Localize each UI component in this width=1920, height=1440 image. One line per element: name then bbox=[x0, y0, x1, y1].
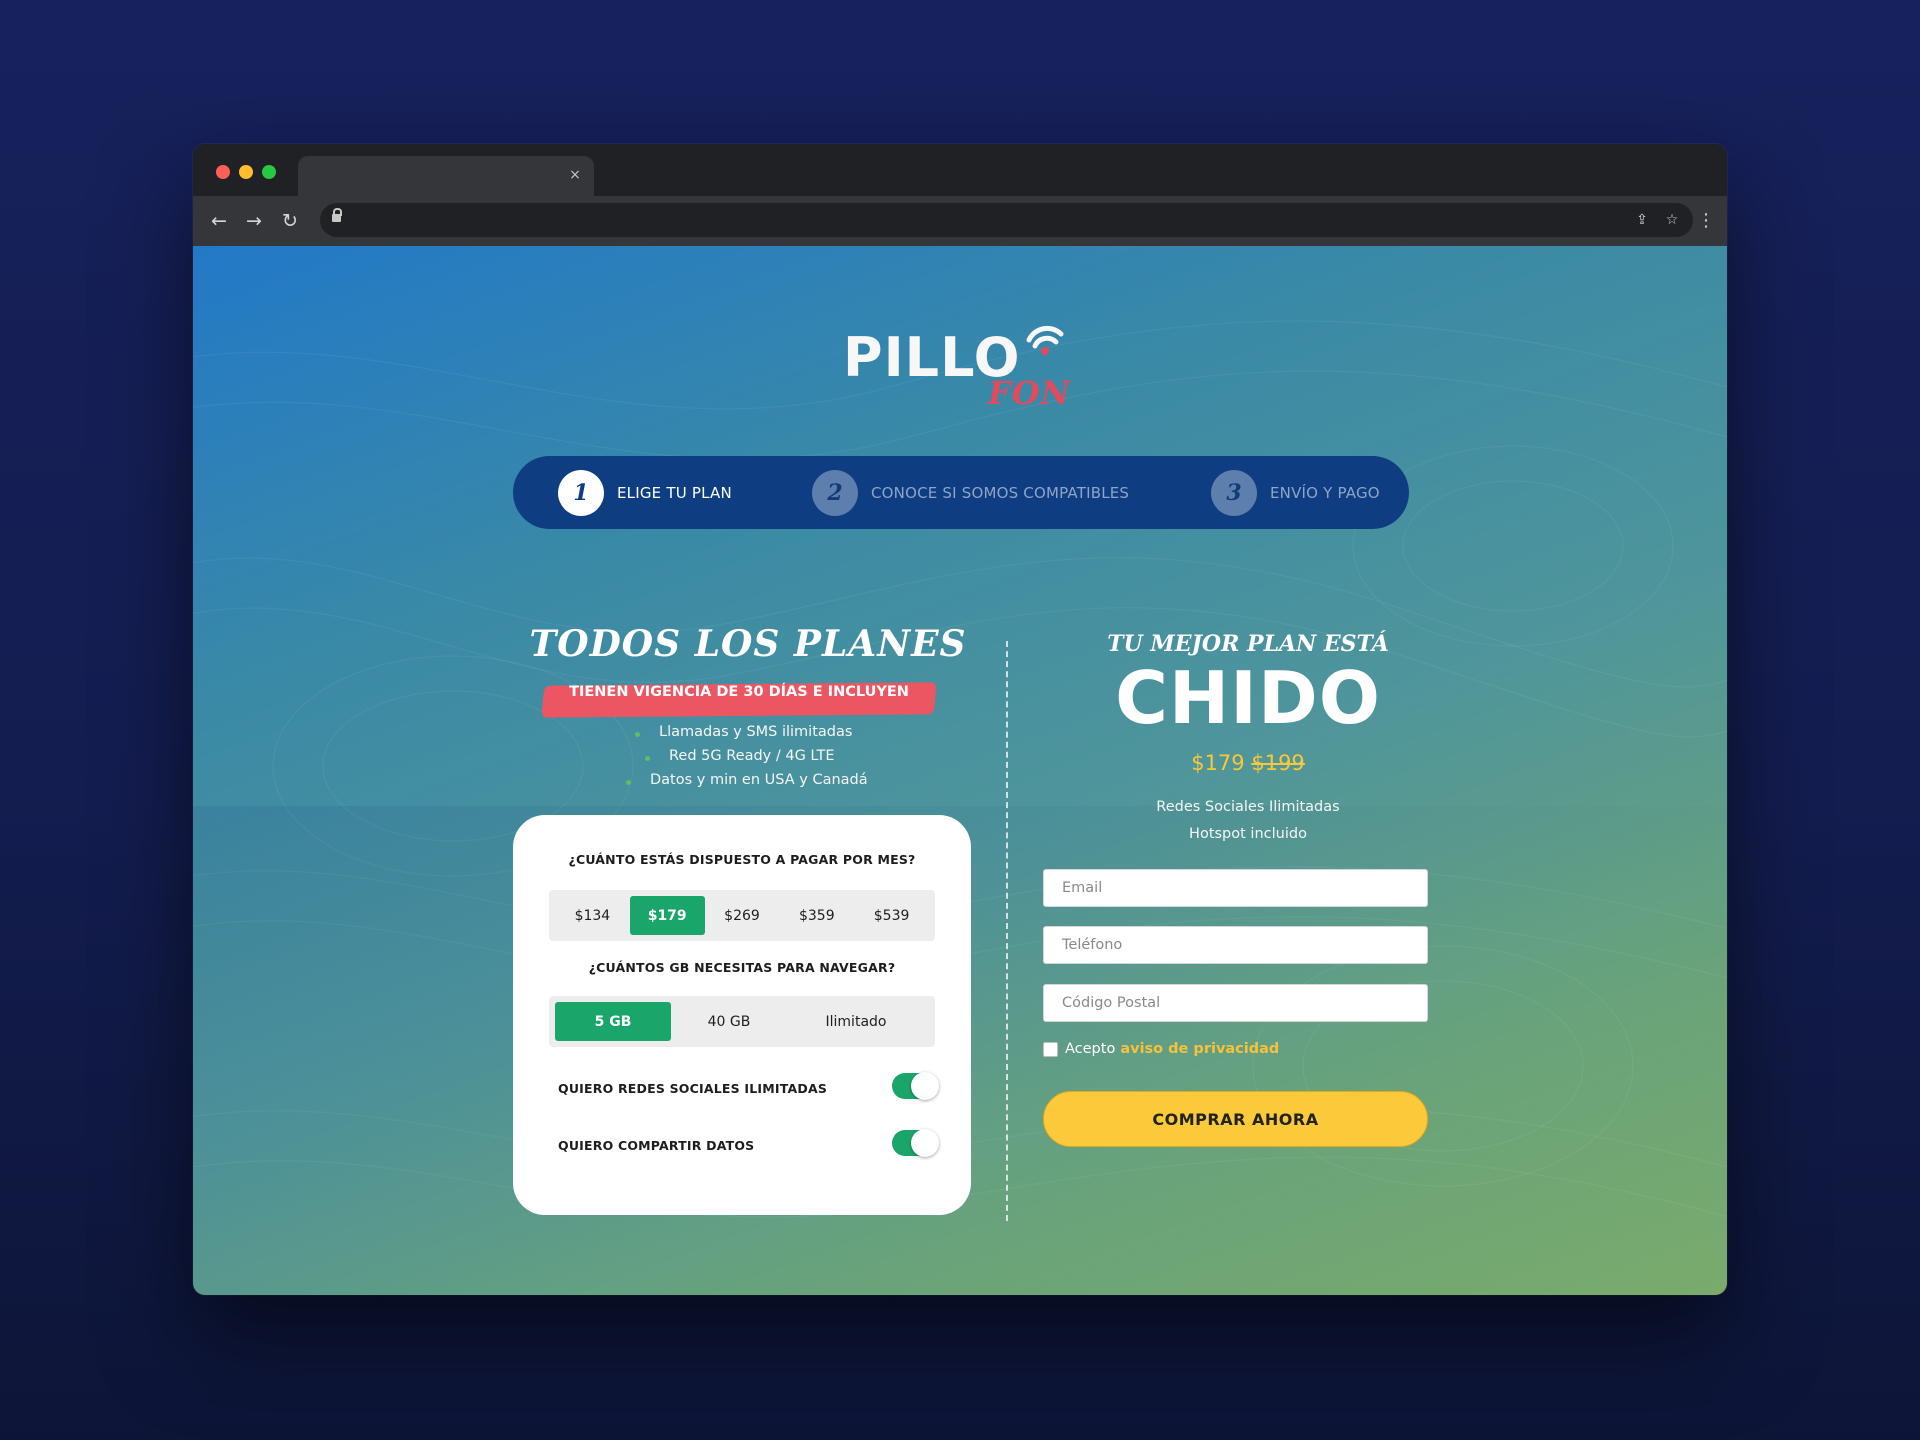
back-arrow-icon[interactable]: ← bbox=[207, 209, 231, 233]
close-window-button[interactable] bbox=[216, 165, 230, 179]
data-selector: 5 GB 40 GB Ilimitado bbox=[549, 996, 935, 1047]
price-option-359[interactable]: $359 bbox=[779, 896, 854, 935]
step-label: CONOCE SI SOMOS COMPATIBLES bbox=[871, 484, 1130, 502]
plans-title: TODOS LOS PLANES bbox=[529, 623, 967, 665]
result-plan-name: CHIDO bbox=[1115, 656, 1381, 740]
price-option-539[interactable]: $539 bbox=[854, 896, 929, 935]
price-option-269[interactable]: $269 bbox=[705, 896, 780, 935]
plans-banner-text: TIENEN VIGENCIA DE 30 DÍAS E INCLUYEN bbox=[569, 684, 909, 700]
social-toggle[interactable] bbox=[892, 1072, 939, 1100]
minimize-window-button[interactable] bbox=[239, 165, 253, 179]
data-option-40gb[interactable]: 40 GB bbox=[671, 1002, 787, 1041]
lock-icon bbox=[332, 208, 342, 222]
feature-item: Red 5G Ready / 4G LTE bbox=[645, 748, 868, 772]
feature-item: Datos y min en USA y Canadá bbox=[626, 772, 868, 796]
checkout-stepper: 1 ELIGE TU PLAN 2 CONOCE SI SOMOS COMPAT… bbox=[513, 456, 1409, 529]
plan-builder-card: ¿CUÁNTO ESTÁS DISPUESTO A PAGAR POR MES?… bbox=[513, 815, 971, 1215]
share-data-toggle[interactable] bbox=[892, 1129, 939, 1157]
privacy-consent: Acepto aviso de privacidad bbox=[1043, 1039, 1279, 1059]
email-field[interactable] bbox=[1043, 869, 1428, 907]
step-label: ENVÍO Y PAGO bbox=[1270, 484, 1380, 502]
bookmark-star-icon[interactable]: ☆ bbox=[1661, 209, 1683, 231]
toggle-knob bbox=[911, 1072, 939, 1100]
social-toggle-label: QUIERO REDES SOCIALES ILIMITADAS bbox=[558, 1081, 828, 1096]
phone-field[interactable] bbox=[1043, 926, 1428, 964]
zip-field[interactable] bbox=[1043, 984, 1428, 1022]
toggle-knob bbox=[911, 1129, 939, 1157]
result-price: $179 $199 bbox=[1048, 751, 1448, 775]
step-envio-y-pago[interactable]: 3 ENVÍO Y PAGO bbox=[1211, 470, 1380, 516]
address-bar[interactable]: ⇪ ☆ bbox=[320, 203, 1693, 237]
tab-bar: × bbox=[193, 144, 1727, 196]
step-number: 2 bbox=[812, 470, 858, 516]
price-selector: $134 $179 $269 $359 $539 bbox=[549, 890, 935, 941]
social-toggle-row: QUIERO REDES SOCIALES ILIMITADAS bbox=[558, 1072, 939, 1103]
step-compatibilidad[interactable]: 2 CONOCE SI SOMOS COMPATIBLES bbox=[812, 470, 1129, 516]
data-option-5gb[interactable]: 5 GB bbox=[555, 1002, 671, 1041]
result-feature: Hotspot incluido bbox=[1189, 826, 1307, 842]
price-option-179[interactable]: $179 bbox=[629, 896, 705, 935]
price-current: $179 bbox=[1191, 751, 1245, 775]
browser-tab[interactable]: × bbox=[298, 156, 594, 196]
privacy-link[interactable]: aviso de privacidad bbox=[1120, 1041, 1279, 1057]
data-question: ¿CUÁNTOS GB NECESITAS PARA NAVEGAR? bbox=[588, 960, 896, 975]
price-question: ¿CUÁNTO ESTÁS DISPUESTO A PAGAR POR MES? bbox=[568, 852, 916, 867]
step-elige-tu-plan[interactable]: 1 ELIGE TU PLAN bbox=[558, 470, 732, 516]
section-divider bbox=[1006, 641, 1008, 1221]
privacy-checkbox[interactable] bbox=[1043, 1041, 1058, 1057]
price-option-134[interactable]: $134 bbox=[555, 896, 630, 935]
forward-arrow-icon[interactable]: → bbox=[242, 209, 266, 233]
result-feature: Redes Sociales Ilimitadas bbox=[1156, 799, 1340, 815]
step-number: 3 bbox=[1211, 470, 1257, 516]
step-number: 1 bbox=[558, 470, 604, 516]
feature-item: Llamadas y SMS ilimitadas bbox=[635, 724, 868, 748]
browser-window: × ← → ↻ ⇪ ☆ ⋮ PILLO FON 1 ELIGE TU PLAN … bbox=[193, 144, 1727, 1295]
share-data-toggle-label: QUIERO COMPARTIR DATOS bbox=[558, 1138, 755, 1153]
maximize-window-button[interactable] bbox=[262, 165, 276, 179]
logo-subword: FON bbox=[988, 374, 1071, 412]
wifi-icon bbox=[1026, 325, 1064, 355]
share-data-toggle-row: QUIERO COMPARTIR DATOS bbox=[558, 1129, 939, 1160]
share-icon[interactable]: ⇪ bbox=[1631, 209, 1653, 231]
reload-icon[interactable]: ↻ bbox=[278, 209, 302, 233]
pillofon-logo[interactable]: PILLO FON bbox=[843, 316, 1083, 426]
browser-toolbar: ← → ↻ ⇪ ☆ ⋮ bbox=[193, 196, 1727, 246]
consent-text: Acepto bbox=[1065, 1041, 1116, 1057]
data-option-ilimitado[interactable]: Ilimitado bbox=[787, 1002, 925, 1041]
step-label: ELIGE TU PLAN bbox=[617, 484, 732, 502]
page-viewport: PILLO FON 1 ELIGE TU PLAN 2 CONOCE SI SO… bbox=[193, 246, 1727, 1295]
result-kicker: TU MEJOR PLAN ESTÁ bbox=[1107, 631, 1389, 657]
browser-menu-icon[interactable]: ⋮ bbox=[1697, 209, 1715, 233]
price-old: $199 bbox=[1251, 751, 1305, 775]
tab-close-icon[interactable]: × bbox=[566, 166, 584, 184]
plan-features-list: Llamadas y SMS ilimitadas Red 5G Ready /… bbox=[626, 724, 868, 796]
buy-now-button[interactable]: COMPRAR AHORA bbox=[1043, 1091, 1428, 1147]
